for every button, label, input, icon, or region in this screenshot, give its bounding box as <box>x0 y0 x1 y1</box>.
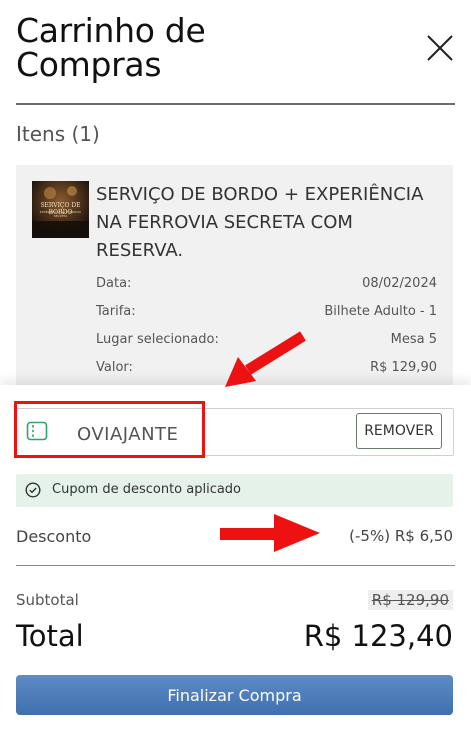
annotation-highlight-box <box>14 401 205 458</box>
detail-value: R$ 129,90 <box>370 360 437 375</box>
detail-row-date: Data: 08/02/2024 <box>96 276 437 291</box>
page-title: Carrinho de Compras <box>16 11 206 84</box>
annotation-arrow-down-icon <box>225 331 306 387</box>
subtotal-label: Subtotal <box>16 591 79 609</box>
close-icon <box>427 35 453 61</box>
detail-value: Bilhete Adulto - 1 <box>324 304 437 319</box>
product-name[interactable]: SERVIÇO DE BORDO + EXPERIÊNCIA NA FERROV… <box>96 181 441 265</box>
discount-label: Desconto <box>16 527 92 546</box>
detail-value: 08/02/2024 <box>362 276 437 291</box>
header-divider <box>16 103 455 105</box>
discount-value: (-5%) R$ 6,50 <box>349 527 453 545</box>
detail-label: Valor: <box>96 360 133 375</box>
total-label: Total <box>16 619 84 653</box>
check-circle-icon <box>25 482 41 498</box>
product-thumbnail[interactable]: SERVIÇO DE BORDO EXPERIÊNCIA NA FERROVIA… <box>32 181 89 238</box>
title-line-1: Carrinho de <box>16 11 206 50</box>
thumb-subtitle: EXPERIÊNCIA NA FERROVIA SECRETA <box>39 210 82 218</box>
detail-label: Data: <box>96 276 132 291</box>
coupon-success-message: Cupom de desconto aplicado <box>52 482 242 497</box>
close-button[interactable] <box>424 32 456 64</box>
detail-row-fare: Tarifa: Bilhete Adulto - 1 <box>96 304 437 319</box>
remove-coupon-button[interactable]: REMOVER <box>356 413 442 449</box>
detail-label: Tarifa: <box>96 304 136 319</box>
annotation-arrow-right-icon <box>220 514 320 552</box>
summary-divider <box>16 565 455 566</box>
detail-value: Mesa 5 <box>390 332 437 347</box>
checkout-button[interactable]: Finalizar Compra <box>16 675 453 715</box>
items-count-label: Itens (1) <box>16 122 100 146</box>
title-line-2: Compras <box>16 45 162 84</box>
subtotal-value: R$ 129,90 <box>367 590 453 610</box>
detail-label: Lugar selecionado: <box>96 332 219 347</box>
total-value: R$ 123,40 <box>303 619 453 653</box>
